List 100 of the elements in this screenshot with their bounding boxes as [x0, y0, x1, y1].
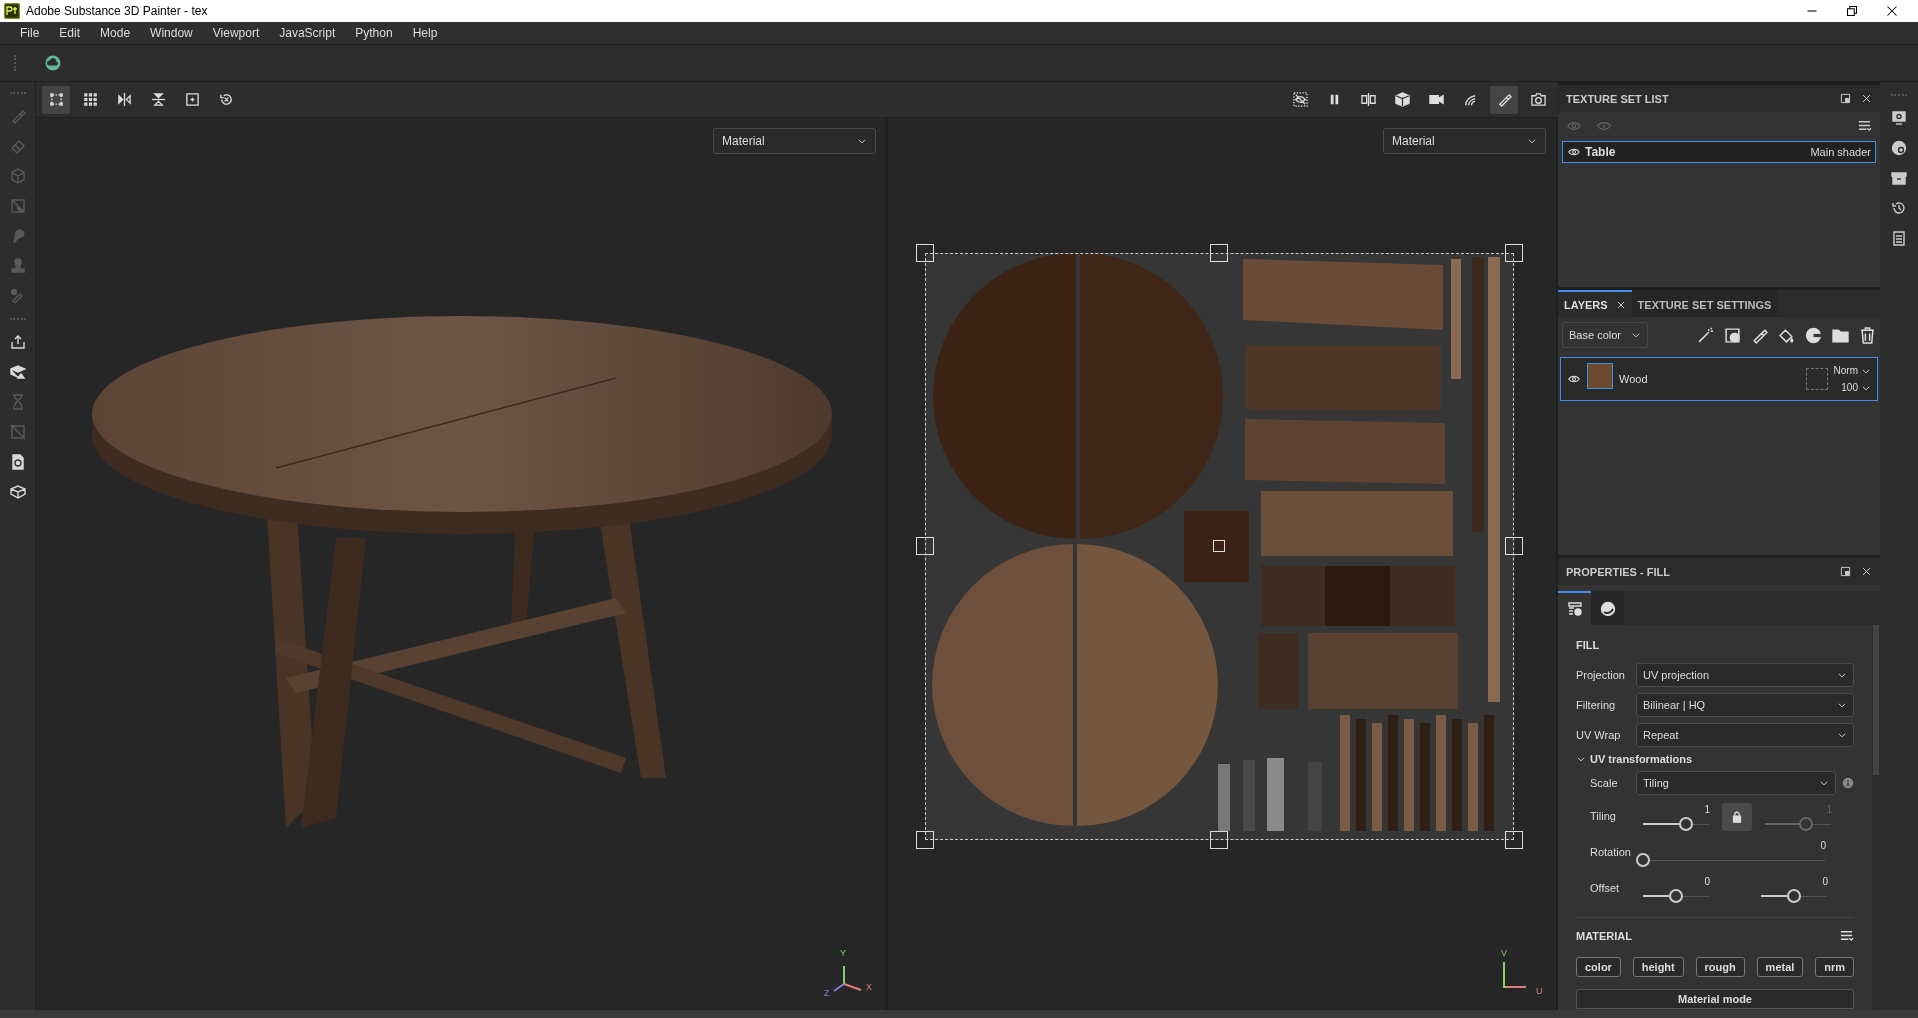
transform-handle[interactable]: [916, 831, 934, 849]
effects-icon[interactable]: [1805, 326, 1822, 344]
blend-mode-dropdown[interactable]: Norm: [1833, 365, 1871, 376]
channel-toggle[interactable]: color: [1576, 957, 1621, 977]
menu-item[interactable]: Help: [402, 26, 448, 40]
restore-icon[interactable]: [1846, 5, 1858, 17]
channel-toggle[interactable]: rough: [1695, 957, 1745, 977]
transform-handle[interactable]: [1213, 540, 1225, 552]
trash-icon[interactable]: [1859, 326, 1876, 344]
list-menu-icon[interactable]: [1857, 118, 1872, 133]
transform-handle[interactable]: [1210, 831, 1228, 849]
drag-handle[interactable]: [14, 55, 19, 71]
chevron-down-icon: [1576, 754, 1586, 764]
folder-icon[interactable]: [1832, 326, 1849, 344]
dropdown[interactable]: UV projection: [1636, 663, 1854, 687]
float-panel-icon[interactable]: [1840, 566, 1851, 577]
toolbar-button[interactable]: [1490, 85, 1518, 114]
mask-icon[interactable]: [1724, 326, 1741, 344]
menu-item[interactable]: Window: [140, 26, 203, 40]
reset-icon: [218, 92, 234, 107]
cloud-sync-icon[interactable]: [45, 55, 61, 71]
display-settings-icon[interactable]: [1891, 110, 1907, 126]
eye-icon[interactable]: [1567, 373, 1581, 385]
properties-icon: [1566, 601, 1583, 617]
lock-button[interactable]: [1722, 803, 1752, 831]
list-menu-icon[interactable]: [1839, 928, 1854, 943]
frame-icon: [48, 92, 64, 107]
chevron-down-icon: [1631, 330, 1641, 340]
field-label: Scale: [1590, 777, 1619, 789]
menu-item[interactable]: Edit: [49, 26, 91, 40]
mask-slot: [1805, 368, 1828, 390]
channel-toggle[interactable]: metal: [1756, 957, 1804, 977]
scrollbar[interactable]: [1872, 625, 1880, 1010]
axis-label: Y: [840, 948, 846, 958]
view-mode-dropdown[interactable]: Material: [713, 128, 876, 154]
drag-handle[interactable]: [9, 92, 26, 94]
axis-label: X: [866, 982, 872, 992]
field-label: UV Wrap: [1576, 729, 1622, 741]
field-label: Tiling: [1590, 810, 1617, 822]
channel-toggle[interactable]: nrm: [1815, 957, 1854, 977]
grid-icon: [82, 92, 98, 107]
info-icon[interactable]: [1842, 777, 1854, 789]
camera-icon: [1530, 92, 1546, 107]
dropdown[interactable]: Tiling: [1636, 771, 1836, 795]
clipboard-icon[interactable]: [1891, 230, 1907, 246]
menu-item[interactable]: Python: [345, 26, 403, 40]
chevron-down-icon: [1527, 136, 1537, 146]
dropdown[interactable]: Repeat: [1636, 723, 1854, 747]
toolbar-button[interactable]: [42, 85, 70, 114]
material-mode-button[interactable]: Material mode: [1576, 989, 1854, 1009]
panel-title: PROPERTIES - FILL: [1566, 565, 1671, 578]
dropdown[interactable]: Bilinear | HQ: [1636, 693, 1854, 717]
menu-item[interactable]: Viewport: [202, 26, 270, 40]
drag-handle[interactable]: [1891, 94, 1907, 96]
group-toggle[interactable]: UV transformations: [1576, 753, 1854, 765]
layer-row[interactable]: Wood Norm 100: [1560, 357, 1878, 401]
magic-wand-icon[interactable]: [1697, 326, 1714, 344]
history-icon[interactable]: [1891, 200, 1907, 216]
slider-thumb[interactable]: [1798, 817, 1813, 831]
export-icon[interactable]: [9, 334, 26, 350]
opacity-dropdown[interactable]: 100: [1841, 382, 1871, 393]
layer-thumbnail: [1587, 363, 1613, 389]
paint-bucket-icon[interactable]: [1778, 326, 1795, 344]
panel-tab[interactable]: TEXTURE SET SETTINGS: [1631, 290, 1778, 317]
transform-handle[interactable]: [1505, 244, 1523, 262]
eye-icon[interactable]: [1567, 146, 1581, 158]
panel-title: TEXTURE SET LIST: [1566, 92, 1670, 105]
field-label: Projection: [1576, 669, 1626, 681]
bake-icon[interactable]: [9, 364, 26, 380]
video-camera-icon: [1428, 92, 1444, 107]
archive-icon[interactable]: [1891, 170, 1907, 186]
slider-value: 0: [1704, 876, 1710, 887]
brush-icon[interactable]: [1751, 326, 1768, 344]
float-panel-icon[interactable]: [1840, 93, 1851, 104]
view-mode-dropdown[interactable]: Material: [1383, 128, 1546, 154]
window-title: Adobe Substance 3D Painter - tex: [26, 4, 208, 18]
transform-handle[interactable]: [916, 537, 934, 555]
panel-tab[interactable]: [1558, 591, 1591, 625]
slider-value: 0: [1822, 876, 1828, 887]
transform-handle[interactable]: [1505, 537, 1523, 555]
chevron-down-icon: [1819, 778, 1829, 788]
texture-set-item[interactable]: Table Main shader: [1562, 141, 1876, 163]
document-icon[interactable]: [9, 454, 26, 470]
environment-settings-icon[interactable]: [1891, 140, 1907, 156]
menu-item[interactable]: File: [10, 26, 50, 40]
channel-dropdown[interactable]: Base color: [1562, 322, 1648, 348]
opacity-value: 100: [1841, 382, 1858, 393]
drag-handle[interactable]: [9, 318, 26, 320]
close-icon[interactable]: [1886, 5, 1898, 17]
blend-mode-value: Norm: [1833, 365, 1858, 376]
box-icon[interactable]: [9, 484, 26, 500]
field-label: Offset: [1590, 882, 1621, 894]
transform-handle[interactable]: [916, 244, 934, 262]
transform-handle[interactable]: [1210, 244, 1228, 262]
panel-tab[interactable]: [1591, 591, 1624, 625]
menu-item[interactable]: JavaScript: [269, 26, 346, 40]
transform-handle[interactable]: [1505, 831, 1523, 849]
close-icon[interactable]: [1615, 299, 1626, 310]
menu-item[interactable]: Mode: [90, 26, 141, 40]
channel-toggle[interactable]: height: [1632, 957, 1684, 977]
